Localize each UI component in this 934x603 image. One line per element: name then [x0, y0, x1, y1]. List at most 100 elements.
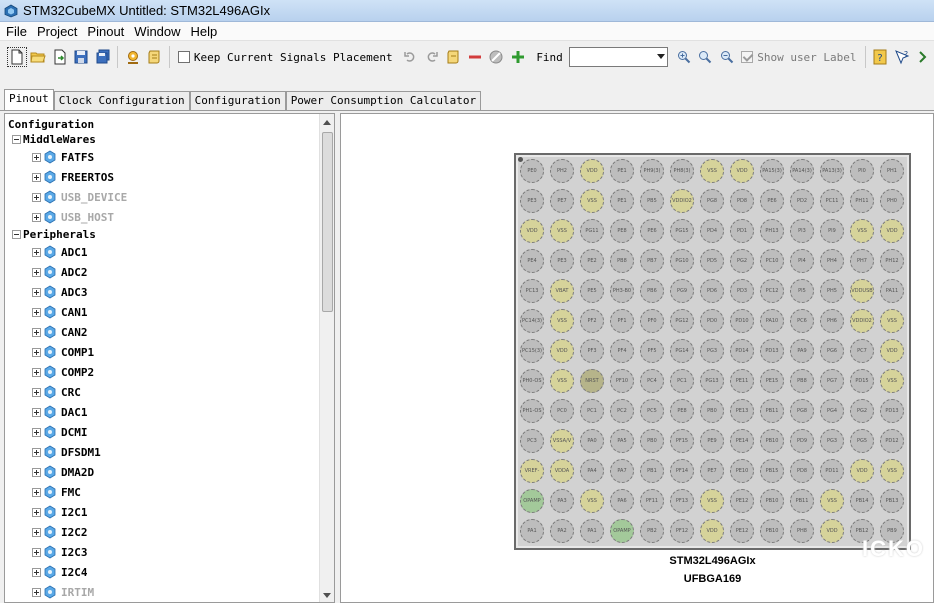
chip-pin[interactable]: PD9	[790, 429, 814, 453]
chip-pin[interactable]: PG2	[850, 399, 874, 423]
chip-pin[interactable]: PF14	[670, 459, 694, 483]
tree-item-fmc[interactable]: FMC	[32, 482, 81, 502]
expand-icon[interactable]	[32, 307, 41, 317]
chip-pin[interactable]: VDD	[880, 219, 904, 243]
help-button[interactable]: ?	[871, 47, 890, 67]
chip-pin[interactable]: PG2	[730, 249, 754, 273]
chip-pin[interactable]: PI5	[790, 279, 814, 303]
expand-icon[interactable]	[32, 152, 41, 162]
tree-item-i2c2[interactable]: I2C2	[32, 522, 88, 542]
chip-pin[interactable]: PI0	[850, 159, 874, 183]
chip-pin[interactable]: VDD	[820, 519, 844, 543]
chip-pin[interactable]: PH8	[790, 519, 814, 543]
tree-item-crc[interactable]: CRC	[32, 382, 81, 402]
chip-pin[interactable]: PG7	[820, 369, 844, 393]
chip-pin[interactable]: PA13(3)	[820, 159, 844, 183]
chip-pin[interactable]: VDDIO2	[850, 309, 874, 333]
chip-pin[interactable]: OPAMP	[610, 519, 634, 543]
chip-pin[interactable]: PG8	[700, 189, 724, 213]
chip-pin[interactable]: PE6	[640, 219, 664, 243]
chip-pin[interactable]: PI9	[820, 219, 844, 243]
expand-icon[interactable]	[32, 527, 41, 537]
chip-pin[interactable]: PC14(3)	[520, 309, 544, 333]
chip-pin[interactable]: PE6	[760, 189, 784, 213]
chip-pin[interactable]: VSSA/V	[550, 429, 574, 453]
chip-pin[interactable]: PA3	[550, 489, 574, 513]
chip-pin[interactable]: PE11	[730, 369, 754, 393]
chip-pin[interactable]: PE12	[730, 489, 754, 513]
chip-pin[interactable]: PA9	[790, 339, 814, 363]
configuration-tree[interactable]: Configuration MiddleWares FATFS FREERTOS U…	[4, 113, 335, 603]
chip-pin[interactable]: PD0	[700, 309, 724, 333]
chip-pin[interactable]: PB11	[760, 399, 784, 423]
tab-power-consumption[interactable]: Power Consumption Calculator	[285, 91, 482, 110]
tree-item-dcmi[interactable]: DCMI	[32, 422, 88, 442]
chip-pin[interactable]: PF1	[610, 309, 634, 333]
tree-item-freertos[interactable]: FREERTOS	[32, 167, 114, 187]
chip-pin[interactable]: PC1	[580, 399, 604, 423]
chip-pin[interactable]: VDD	[700, 519, 724, 543]
clear-pinout-button[interactable]	[444, 47, 463, 67]
chip-pin[interactable]: PD10	[730, 309, 754, 333]
chip-pin[interactable]: PH9(3)	[640, 159, 664, 183]
expand-icon[interactable]	[32, 212, 41, 222]
chip-pin[interactable]: PC3	[520, 429, 544, 453]
context-help-button[interactable]: ?	[892, 47, 911, 67]
chip-pin[interactable]: VREF-	[520, 459, 544, 483]
expand-icon[interactable]	[32, 427, 41, 437]
chip-pin[interactable]: PB6	[640, 279, 664, 303]
chip-pin[interactable]: PB8	[610, 249, 634, 273]
expand-icon[interactable]	[32, 487, 41, 497]
chip-pin[interactable]: PE3	[520, 189, 544, 213]
chip-pin[interactable]: PD2	[790, 189, 814, 213]
chip-pin[interactable]: PD1	[730, 219, 754, 243]
chip-pin[interactable]: PB0	[640, 429, 664, 453]
expand-icon[interactable]	[32, 267, 41, 277]
tree-item-adc2[interactable]: ADC2	[32, 262, 88, 282]
menu-file[interactable]: File	[2, 24, 31, 39]
chip-pin[interactable]: VBAT	[550, 279, 574, 303]
chip-pin[interactable]: PA15(3)	[760, 159, 784, 183]
expand-icon[interactable]	[32, 467, 41, 477]
chip-pin[interactable]: PB14	[850, 489, 874, 513]
chip-pin[interactable]: PH0-OS	[520, 369, 544, 393]
chip-pin[interactable]: PF3	[580, 339, 604, 363]
chip-pin[interactable]: PE15	[760, 369, 784, 393]
tab-clock-configuration[interactable]: Clock Configuration	[53, 91, 190, 110]
chip-pin[interactable]: PD8	[730, 189, 754, 213]
chip-pin[interactable]: PH1-OS	[520, 399, 544, 423]
chip-pin[interactable]: PH5	[820, 279, 844, 303]
tree-node-peripherals[interactable]: Peripherals	[12, 224, 96, 244]
new-project-button[interactable]	[7, 47, 27, 67]
chip-pin[interactable]: PG4	[820, 399, 844, 423]
chip-pin[interactable]: OPAMP	[520, 489, 544, 513]
expand-icon[interactable]	[32, 247, 41, 257]
tree-item-usb-device[interactable]: USB_DEVICE	[32, 187, 127, 207]
chip-pin[interactable]: VDDA	[550, 459, 574, 483]
chip-pin[interactable]: PB1	[640, 459, 664, 483]
chip-pin[interactable]: PD6	[700, 279, 724, 303]
chip-pin[interactable]: VDD	[850, 459, 874, 483]
tree-item-can2[interactable]: CAN2	[32, 322, 88, 342]
tree-item-comp1[interactable]: COMP1	[32, 342, 94, 362]
redo-button[interactable]	[422, 47, 441, 67]
chip-pin[interactable]: PC15(3)	[520, 339, 544, 363]
chip-pin[interactable]: PA5	[610, 429, 634, 453]
chip-pin[interactable]: PC7	[850, 339, 874, 363]
chip-pin[interactable]: PH2	[550, 159, 574, 183]
chip-pin[interactable]: PG14	[670, 339, 694, 363]
chip-pin[interactable]: VSS	[880, 459, 904, 483]
load-project-button[interactable]	[50, 47, 69, 67]
chip-pin[interactable]: PA0	[580, 429, 604, 453]
undo-button[interactable]	[401, 47, 420, 67]
tree-item-irtim[interactable]: IRTIM	[32, 582, 94, 602]
chip-pin[interactable]: VDD	[580, 159, 604, 183]
chip-pin[interactable]: PB10	[760, 429, 784, 453]
scroll-up-arrow-icon[interactable]	[323, 120, 331, 125]
chip-pin[interactable]: PG6	[820, 339, 844, 363]
chip-pin[interactable]: PH12	[880, 249, 904, 273]
chip-pin[interactable]: PH6	[820, 309, 844, 333]
generate-button[interactable]	[123, 47, 142, 67]
chip-pin[interactable]: PE8	[670, 399, 694, 423]
expand-icon[interactable]	[32, 287, 41, 297]
